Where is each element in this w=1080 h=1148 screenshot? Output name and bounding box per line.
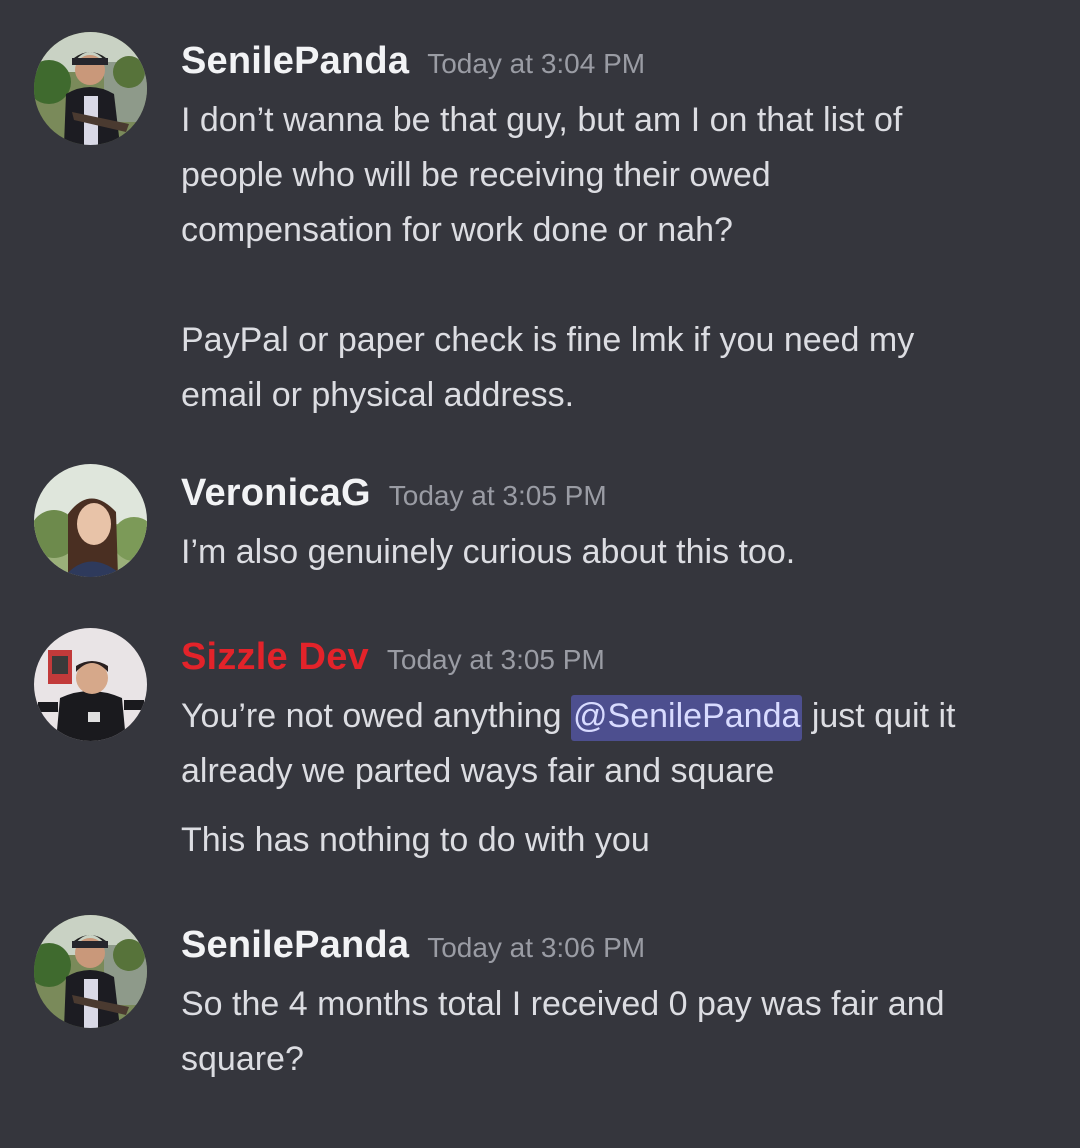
timestamp: Today at 3:05 PM <box>388 480 607 511</box>
message-line: I’m also genuinely curious about this to… <box>181 533 796 571</box>
timestamp: Today at 3:06 PM <box>427 932 646 963</box>
message-line: PayPal or paper check is fine lmk if you… <box>181 321 915 359</box>
username[interactable]: Sizzle Dev <box>181 636 369 678</box>
username[interactable]: VeronicaG <box>181 472 371 514</box>
message-line: square? <box>181 1040 304 1078</box>
message-line: people who will be receiving their owed <box>181 156 771 194</box>
message-line: compensation for work done or nah? <box>181 211 733 249</box>
message-line: email or physical address. <box>181 376 575 414</box>
username[interactable]: SenilePanda <box>181 924 409 966</box>
timestamp: Today at 3:05 PM <box>386 644 605 675</box>
user-mention[interactable]: @SenilePanda <box>571 695 803 741</box>
message-text: just quit it <box>802 697 956 735</box>
message-line: You’re not owed anything @SenilePanda ju… <box>181 695 956 741</box>
avatar[interactable] <box>34 464 147 577</box>
timestamp: Today at 3:04 PM <box>427 48 646 79</box>
username[interactable]: SenilePanda <box>181 40 409 82</box>
avatar[interactable] <box>34 32 147 145</box>
message-line: I don’t wanna be that guy, but am I on t… <box>181 101 903 139</box>
avatar[interactable] <box>34 915 147 1028</box>
message-line: This has nothing to do with you <box>181 821 650 859</box>
message-line: So the 4 months total I received 0 pay w… <box>181 985 945 1023</box>
message-text: You’re not owed anything <box>181 697 572 735</box>
message-line: already we parted ways fair and square <box>181 752 775 790</box>
avatar[interactable] <box>34 628 147 741</box>
